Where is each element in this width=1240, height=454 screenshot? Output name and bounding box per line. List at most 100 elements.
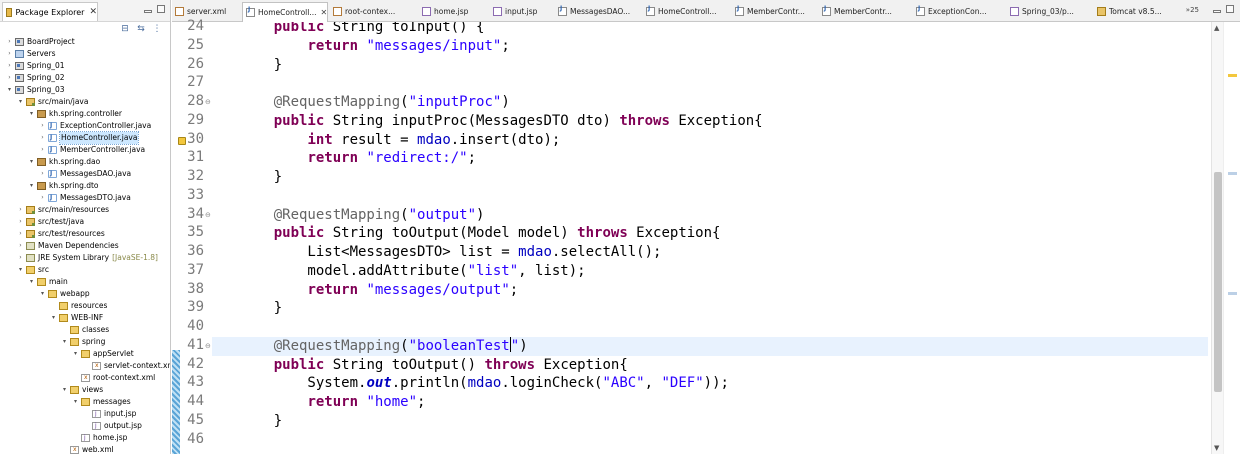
tree-item[interactable]: › src/test/resources: [17, 228, 105, 240]
expanded-arrow-icon[interactable]: ▾: [72, 348, 79, 360]
tree-item[interactable]: › MessagesDTO.java: [39, 192, 131, 204]
tree-item[interactable]: › src/test/java: [17, 216, 84, 228]
expanded-arrow-icon[interactable]: ▾: [28, 276, 35, 288]
code-line[interactable]: @RequestMapping("inputProc"): [240, 93, 510, 112]
code-line[interactable]: List<MessagesDTO> list = mdao.selectAll(…: [240, 243, 661, 262]
tree-item[interactable]: web.xml: [61, 444, 114, 454]
tree-item[interactable]: ▾ src: [17, 264, 49, 276]
expanded-arrow-icon[interactable]: ▾: [28, 156, 35, 168]
code-line[interactable]: return "home";: [240, 393, 425, 412]
overview-marker[interactable]: [1228, 292, 1237, 295]
tree-item[interactable]: ▾ Spring_03: [6, 84, 65, 96]
overview-marker[interactable]: [1228, 74, 1237, 77]
collapsed-arrow-icon[interactable]: ›: [17, 252, 24, 264]
expanded-arrow-icon[interactable]: ▾: [6, 84, 13, 96]
tree-item[interactable]: input.jsp: [83, 408, 136, 420]
code-line[interactable]: return "messages/output";: [240, 281, 518, 300]
tree-item[interactable]: ▾ kh.spring.dao: [28, 156, 100, 168]
fold-toggle-icon[interactable]: ⊖: [205, 211, 211, 219]
code-area[interactable]: public String toInput() { return "messag…: [212, 22, 1208, 454]
tree-item[interactable]: ▾ webapp: [39, 288, 90, 300]
collapsed-arrow-icon[interactable]: ›: [39, 144, 46, 156]
tree-item[interactable]: servlet-context.xn: [83, 360, 170, 372]
close-icon[interactable]: ✕: [89, 7, 97, 17]
code-line[interactable]: public String toInput() {: [240, 22, 485, 37]
editor-tab[interactable]: root-contex...: [330, 2, 417, 21]
fold-toggle-icon[interactable]: ⊖: [205, 98, 211, 106]
tree-item[interactable]: root-context.xml: [72, 372, 155, 384]
code-line[interactable]: }: [240, 168, 282, 187]
collapsed-arrow-icon[interactable]: ›: [17, 228, 24, 240]
tree-item[interactable]: › Spring_01: [6, 60, 65, 72]
code-line[interactable]: return "messages/input";: [240, 37, 509, 56]
expanded-arrow-icon[interactable]: ▾: [72, 396, 79, 408]
tree-item[interactable]: ▾ src/main/java: [17, 96, 88, 108]
code-line[interactable]: public String inputProc(MessagesDTO dto)…: [240, 112, 763, 131]
tree-item[interactable]: ▾ kh.spring.dto: [28, 180, 99, 192]
editor-tab[interactable]: MemberContr...: [819, 2, 911, 21]
collapsed-arrow-icon[interactable]: ›: [39, 120, 46, 132]
tree-item[interactable]: ▾ appServlet: [72, 348, 134, 360]
tree-item[interactable]: output.jsp: [83, 420, 142, 432]
tree-item[interactable]: › Spring_02: [6, 72, 65, 84]
editor-tab[interactable]: home.jsp: [419, 2, 488, 21]
editor-tab[interactable]: MessagesDAO...: [555, 2, 641, 21]
expanded-arrow-icon[interactable]: ▾: [61, 384, 68, 396]
maximize-icon[interactable]: [157, 5, 165, 13]
tree-item[interactable]: › Maven Dependencies: [17, 240, 119, 252]
code-line[interactable]: @RequestMapping("booleanTest"): [240, 336, 528, 356]
collapsed-arrow-icon[interactable]: ›: [39, 132, 46, 144]
code-line[interactable]: }: [240, 299, 282, 318]
minimize-icon[interactable]: [1213, 10, 1221, 13]
expanded-arrow-icon[interactable]: ▾: [17, 264, 24, 276]
expanded-arrow-icon[interactable]: ▾: [17, 96, 24, 108]
tree-item[interactable]: ▾ messages: [72, 396, 131, 408]
code-line[interactable]: public String toOutput() throws Exceptio…: [240, 356, 628, 375]
expanded-arrow-icon[interactable]: ▾: [28, 180, 35, 192]
minimize-icon[interactable]: [144, 10, 152, 13]
close-tab-icon[interactable]: ✕: [321, 8, 328, 17]
vertical-scrollbar[interactable]: ▲ ▼: [1211, 22, 1223, 454]
tree-item[interactable]: › src/main/resources: [17, 204, 109, 216]
scroll-up-icon[interactable]: ▲: [1214, 24, 1219, 32]
code-line[interactable]: public String toOutput(Model model) thro…: [240, 224, 721, 243]
code-line[interactable]: System.out.println(mdao.loginCheck("ABC"…: [240, 374, 729, 393]
collapsed-arrow-icon[interactable]: ›: [17, 204, 24, 216]
tree-item[interactable]: › MemberController.java: [39, 144, 145, 156]
collapsed-arrow-icon[interactable]: ›: [6, 60, 13, 72]
expanded-arrow-icon[interactable]: ▾: [28, 108, 35, 120]
maximize-icon[interactable]: [1226, 5, 1234, 13]
expanded-arrow-icon[interactable]: ▾: [50, 312, 57, 324]
scrollbar-thumb[interactable]: [1214, 172, 1222, 392]
collapsed-arrow-icon[interactable]: ›: [6, 48, 13, 60]
scroll-down-icon[interactable]: ▼: [1214, 444, 1219, 452]
collapsed-arrow-icon[interactable]: ›: [6, 72, 13, 84]
tab-overflow-button[interactable]: »25: [1186, 6, 1199, 14]
code-line[interactable]: model.addAttribute("list", list);: [240, 262, 585, 281]
tree-item[interactable]: classes: [61, 324, 109, 336]
tree-item[interactable]: ▾ main: [28, 276, 68, 288]
view-menu-icon[interactable]: ⋮: [152, 24, 162, 34]
code-line[interactable]: return "redirect:/";: [240, 149, 476, 168]
tree-item[interactable]: › Servers: [6, 48, 56, 60]
tree-item[interactable]: › BoardProject: [6, 36, 75, 48]
link-with-editor-icon[interactable]: ⇆: [136, 24, 146, 34]
editor-tab[interactable]: ExceptionCon...: [913, 2, 1005, 21]
editor-tab[interactable]: MemberContr...: [732, 2, 817, 21]
editor-tab[interactable]: input.jsp: [490, 2, 553, 21]
code-line[interactable]: }: [240, 56, 282, 75]
editor-tab[interactable]: HomeControll... ✕: [242, 2, 328, 22]
warning-icon[interactable]: [178, 136, 186, 145]
expanded-arrow-icon[interactable]: ▾: [61, 336, 68, 348]
editor-tab[interactable]: HomeControll...: [643, 2, 730, 21]
tree-item[interactable]: › MessagesDAO.java: [39, 168, 131, 180]
code-line[interactable]: int result = mdao.insert(dto);: [240, 131, 560, 150]
collapsed-arrow-icon[interactable]: ›: [39, 168, 46, 180]
fold-toggle-icon[interactable]: ⊖: [205, 342, 211, 350]
tree-item[interactable]: home.jsp: [72, 432, 127, 444]
collapsed-arrow-icon[interactable]: ›: [17, 216, 24, 228]
tree-item[interactable]: › JRE System Library [JavaSE-1.8]: [17, 252, 158, 264]
editor-tab[interactable]: Spring_03/p...: [1007, 2, 1092, 21]
tree-item[interactable]: › HomeController.java: [39, 131, 140, 145]
collapsed-arrow-icon[interactable]: ›: [6, 36, 13, 48]
